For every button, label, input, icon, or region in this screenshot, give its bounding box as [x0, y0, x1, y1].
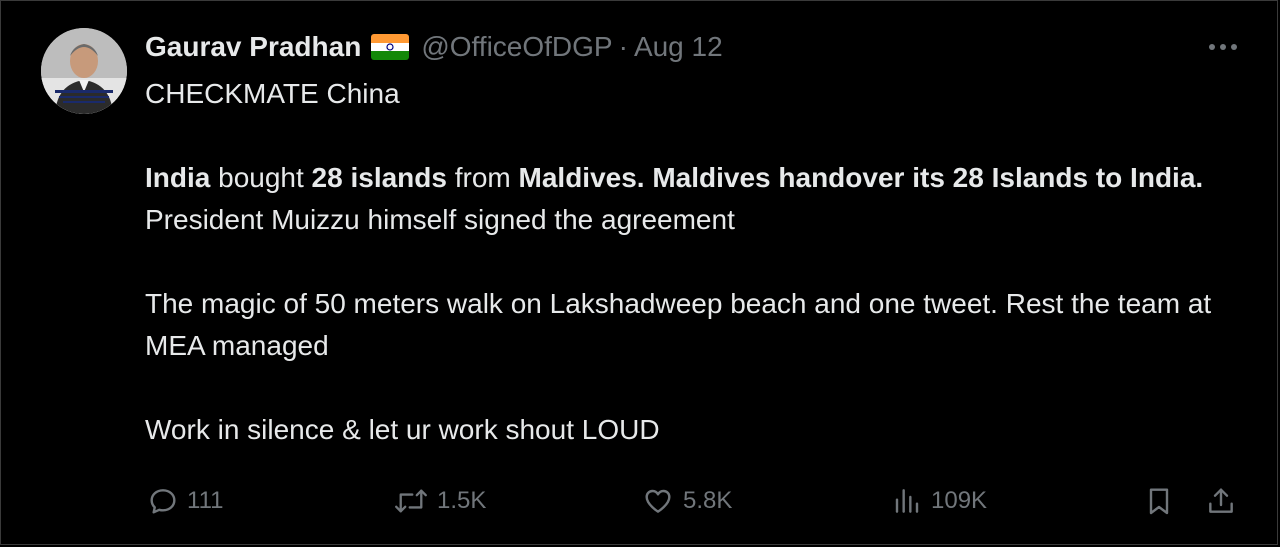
views-button[interactable]: 109K — [891, 481, 987, 521]
share-icon — [1209, 488, 1233, 513]
tweet-paragraph-4: Work in silence & let ur work shout LOUD — [145, 414, 660, 445]
bold-28-islands: 28 islands — [311, 162, 447, 193]
like-count: 5.8K — [683, 487, 733, 514]
bold-maldives-handover: Maldives. Maldives handover its 28 Islan… — [518, 162, 1204, 193]
repost-icon — [395, 489, 427, 513]
reply-count: 111 — [187, 487, 224, 514]
view-count: 109K — [931, 487, 988, 514]
india-flag-icon — [371, 34, 410, 60]
bold-india: India — [145, 162, 211, 193]
post-date[interactable]: Aug 12 — [634, 31, 723, 63]
reply-icon — [150, 489, 176, 514]
bookmark-icon — [1149, 488, 1169, 515]
avatar-image — [41, 28, 127, 114]
tweet-paragraph-2: India bought 28 islands from Maldives. M… — [145, 157, 1245, 241]
author-name[interactable]: Gaurav Pradhan — [145, 31, 361, 63]
tweet-paragraph-3: The magic of 50 meters walk on Lakshadwe… — [145, 288, 1212, 361]
tweet-header: Gaurav Pradhan @OfficeOfDGP · Aug 12 — [145, 29, 723, 65]
text-president: President Muizzu himself signed the agre… — [145, 204, 735, 235]
author-handle[interactable]: @OfficeOfDGP — [421, 31, 612, 63]
reply-button[interactable]: 111 — [147, 481, 223, 521]
bookmark-button[interactable] — [1143, 481, 1175, 521]
meta-separator: · — [618, 31, 628, 62]
heart-icon — [645, 489, 671, 513]
tweet-card[interactable]: Gaurav Pradhan @OfficeOfDGP · Aug 12 CHE… — [0, 0, 1278, 545]
repost-count: 1.5K — [437, 487, 487, 514]
text-bought: bought — [210, 162, 312, 193]
more-button[interactable] — [1205, 33, 1241, 61]
repost-button[interactable]: 1.5K — [393, 481, 486, 521]
avatar[interactable] — [41, 28, 127, 114]
more-icon — [1209, 44, 1237, 50]
action-bar: 111 1.5K 5.8K 109K — [1, 481, 1280, 521]
tweet-line-1: CHECKMATE China — [145, 78, 400, 109]
share-button[interactable] — [1205, 481, 1237, 521]
tweet-text: CHECKMATE China India bought 28 islands … — [145, 73, 1245, 451]
analytics-icon — [895, 489, 919, 513]
like-button[interactable]: 5.8K — [641, 481, 732, 521]
text-from: from — [446, 162, 519, 193]
